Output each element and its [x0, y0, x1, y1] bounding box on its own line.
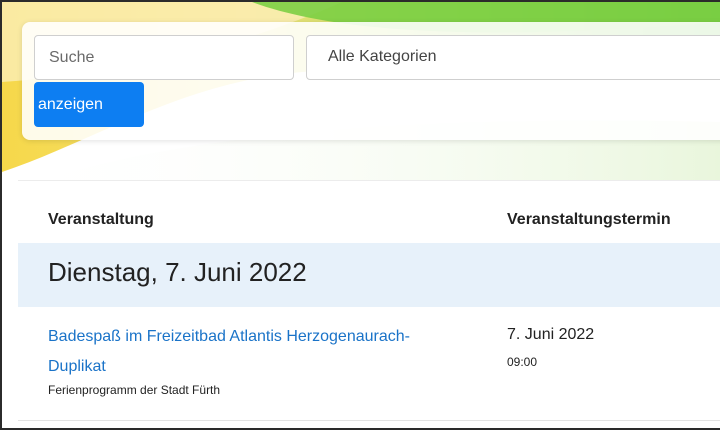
day-heading: Dienstag, 7. Juni 2022	[48, 257, 307, 287]
event-date: 7. Juni 2022	[507, 326, 595, 343]
table-bottom-border	[18, 420, 720, 421]
event-time: 09:00	[507, 355, 538, 369]
page-frame: Alle Kategorien anzeigen Veranstaltung V…	[0, 0, 720, 430]
category-select[interactable]: Alle Kategorien	[306, 35, 720, 80]
column-header-event: Veranstaltung	[48, 211, 154, 228]
day-group-header: Dienstag, 7. Juni 2022	[18, 243, 720, 307]
show-button[interactable]: anzeigen	[34, 82, 144, 127]
search-panel: Alle Kategorien anzeigen	[22, 22, 720, 140]
search-input[interactable]	[34, 35, 294, 80]
column-header-date: Veranstaltungstermin	[507, 211, 671, 228]
events-table: Veranstaltung Veranstaltungstermin Diens…	[18, 180, 720, 420]
event-organizer: Ferienprogramm der Stadt Fürth	[48, 383, 221, 397]
event-title-link[interactable]: Badespaß im Freizeitbad Atlantis Herzoge…	[48, 322, 448, 382]
